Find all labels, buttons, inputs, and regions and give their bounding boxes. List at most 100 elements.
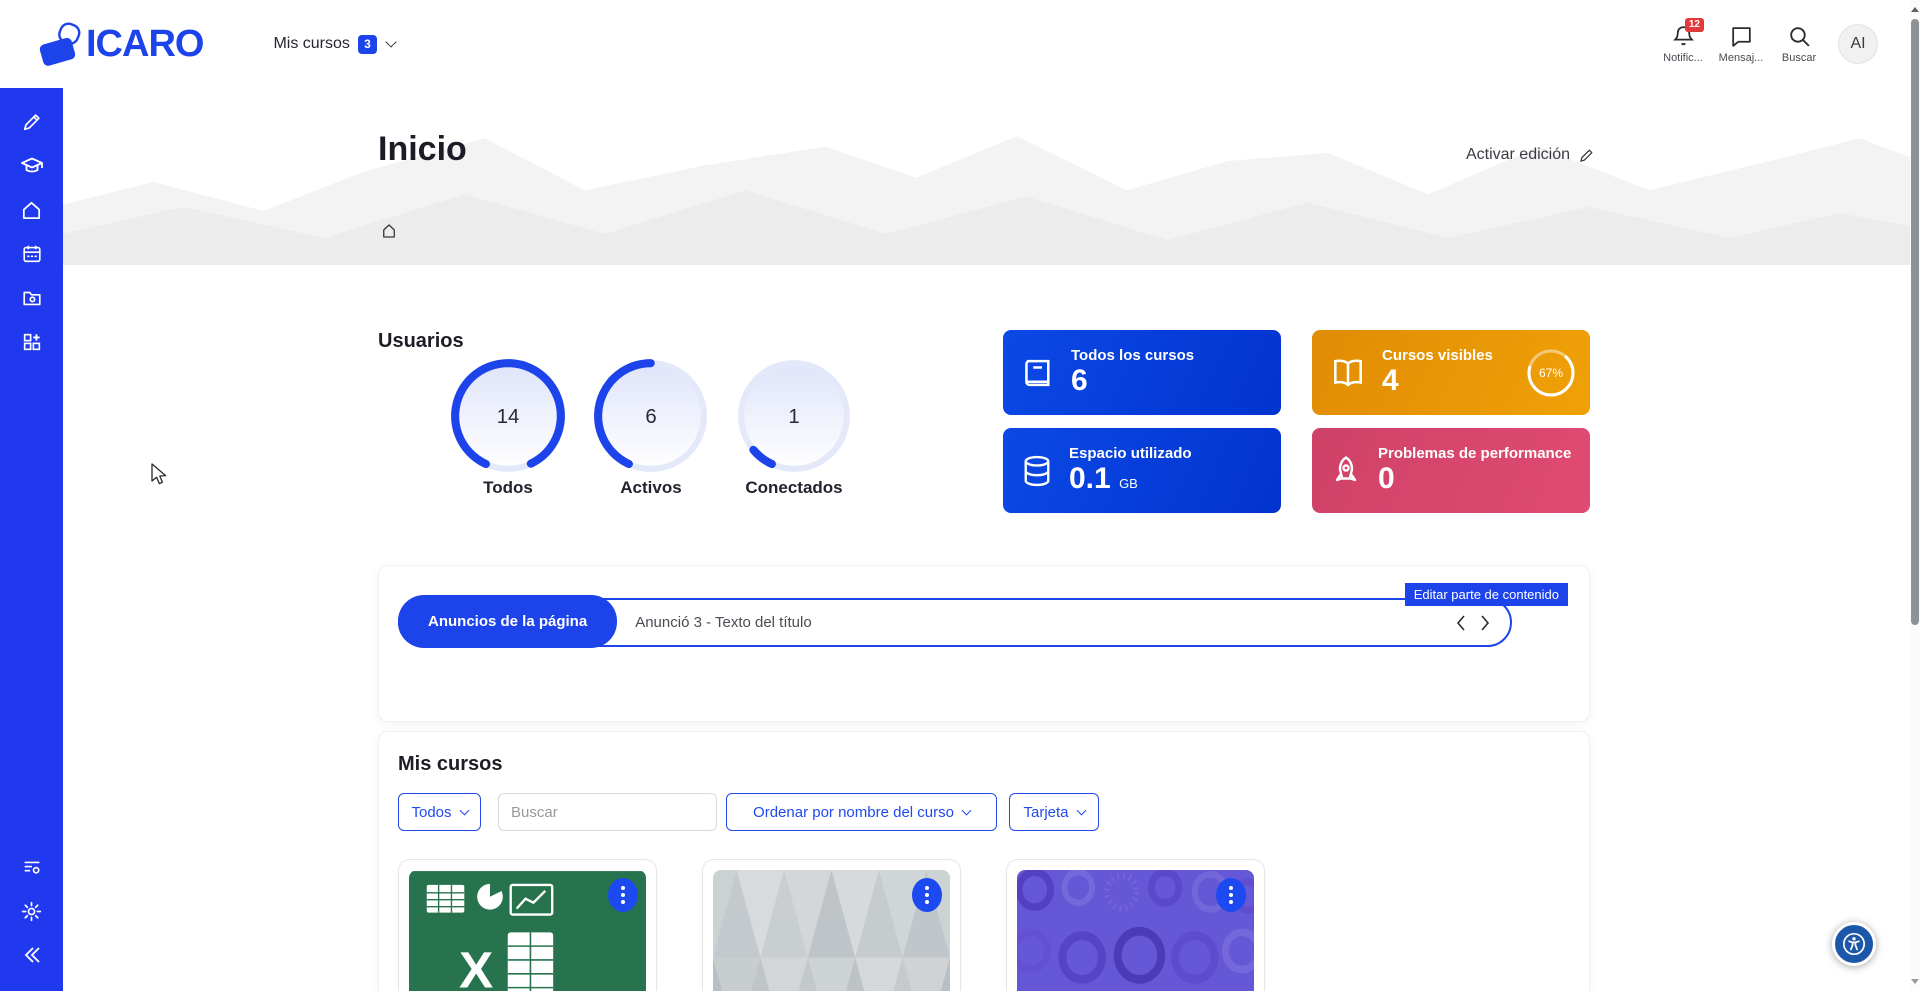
scrollbar-down-arrow[interactable] (1911, 979, 1919, 984)
stat-title: Cursos visibles (1382, 348, 1493, 365)
sidebar-item-courses[interactable] (0, 144, 63, 188)
sidebar-item-home[interactable] (0, 188, 63, 232)
logo-leaf-icon (38, 19, 84, 69)
rocket-icon (1328, 452, 1364, 490)
course-filter-dropdown[interactable]: Todos (398, 793, 481, 831)
gauge-conectados: 1 Conectados (733, 355, 855, 498)
gauge-activos-label: Activos (620, 478, 681, 498)
search-icon (1787, 24, 1812, 49)
page-title: Inicio (378, 130, 467, 169)
my-courses-panel: Mis cursos Todos Ordenar por nombre del … (378, 731, 1590, 991)
course-sort-dropdown[interactable]: Ordenar por nombre del curso (726, 793, 997, 831)
my-courses-heading: Mis cursos (398, 753, 1570, 776)
gauge-activos-value: 6 (645, 406, 656, 428)
search-button[interactable]: Buscar (1770, 24, 1828, 64)
course-image-circles (1017, 870, 1254, 991)
accessibility-icon (1841, 931, 1867, 957)
gauge-todos-label: Todos (483, 478, 533, 498)
course-image-triangles (713, 870, 950, 991)
user-avatar[interactable]: AI (1838, 24, 1878, 64)
notifications-button[interactable]: 12 Notific... (1654, 24, 1712, 64)
stat-card-cursos-visibles[interactable]: Cursos visibles 4 67% (1312, 330, 1590, 415)
sidebar-item-management[interactable] (0, 845, 63, 889)
stat-card-problemas-performance[interactable]: Problemas de performance 0 (1312, 428, 1590, 513)
book-icon (1019, 354, 1057, 392)
announcements-bar: Anuncios de la página Anunció 3 - Texto … (398, 598, 1512, 647)
chat-bubble-icon (1729, 24, 1754, 49)
course-cards: X (398, 859, 1570, 991)
double-chevron-left-icon (20, 943, 44, 967)
usuarios-section: Usuarios 14 Todos (378, 265, 1590, 513)
database-icon (1019, 452, 1055, 490)
nav-mis-cursos[interactable]: Mis cursos 3 (273, 35, 394, 54)
chevron-down-icon (962, 806, 972, 816)
stats-grid: Todos los cursos 6 Cursos visibles 4 (1003, 330, 1590, 513)
stat-value: 6 (1071, 364, 1194, 397)
scrollbar-up-arrow[interactable] (1911, 7, 1919, 12)
scrollbar (1910, 0, 1920, 991)
edit-content-part-overlay[interactable]: Editar parte de contenido (1405, 583, 1568, 606)
notifications-count-badge: 12 (1685, 18, 1704, 32)
course-filter-label: Todos (411, 804, 451, 821)
sidebar-item-calendar[interactable] (0, 232, 63, 276)
home-icon (380, 222, 398, 240)
edit-mode-toggle[interactable]: Activar edición (1466, 146, 1595, 164)
pencil-icon (1578, 147, 1595, 164)
sidebar-item-edit[interactable] (0, 100, 63, 144)
usuarios-heading: Usuarios (378, 330, 855, 353)
announcements-tab[interactable]: Anuncios de la página (398, 595, 617, 648)
list-settings-icon (21, 856, 43, 878)
course-card-3[interactable] (1006, 859, 1265, 991)
course-sort-label: Ordenar por nombre del curso (753, 804, 954, 821)
course-card-1[interactable]: X (398, 859, 657, 991)
calendar-icon (21, 243, 43, 265)
next-announcement-button[interactable] (1478, 613, 1492, 633)
course-view-dropdown[interactable]: Tarjeta (1009, 793, 1099, 831)
stat-value: 0.1 GB (1069, 462, 1192, 495)
sidebar-collapse-button[interactable] (0, 933, 63, 977)
nav-courses-count-badge: 3 (358, 35, 377, 54)
main-content: Usuarios 14 Todos (63, 265, 1920, 991)
sidebar-item-settings[interactable] (0, 889, 63, 933)
course-card-2[interactable] (702, 859, 961, 991)
previous-announcement-button[interactable] (1454, 613, 1468, 633)
chevron-down-icon (459, 806, 469, 816)
gauge-activos: 6 Activos (590, 355, 712, 498)
visible-courses-ring: 67% (1524, 346, 1578, 400)
stat-card-todos-los-cursos[interactable]: Todos los cursos 6 (1003, 330, 1281, 415)
ring-label: 67% (1539, 366, 1563, 380)
sidebar-item-private-files[interactable] (0, 276, 63, 320)
gear-icon (20, 900, 43, 923)
logo[interactable]: ICARO (38, 19, 203, 69)
top-bar: ICARO Mis cursos 3 12 Notific... Mensaj.… (0, 0, 1920, 88)
stat-title: Problemas de performance (1378, 446, 1571, 463)
course-menu-kebab[interactable] (608, 878, 638, 912)
sidebar-item-blocks[interactable] (0, 320, 63, 364)
logo-text: ICARO (86, 23, 203, 66)
pencil-icon (21, 111, 43, 133)
course-filters: Todos Ordenar por nombre del curso Tarje… (398, 793, 1570, 831)
chevron-down-icon (385, 36, 396, 47)
notifications-label: Notific... (1663, 52, 1703, 64)
search-label: Buscar (1782, 52, 1816, 64)
sidebar-nav (0, 88, 63, 991)
messages-label: Mensaj... (1719, 52, 1764, 64)
stat-card-espacio-utilizado[interactable]: Espacio utilizado 0.1 GB (1003, 428, 1281, 513)
course-menu-kebab[interactable] (1216, 878, 1246, 912)
home-icon (20, 199, 43, 222)
stat-unit: GB (1119, 476, 1138, 491)
accessibility-button[interactable] (1832, 922, 1876, 966)
scrollbar-thumb[interactable] (1911, 19, 1919, 625)
course-image-excel: X (409, 870, 646, 991)
gauge-todos: 14 Todos (447, 355, 569, 498)
course-search-input[interactable] (498, 793, 717, 831)
course-view-label: Tarjeta (1023, 804, 1068, 821)
svg-text:X: X (459, 942, 493, 991)
messages-button[interactable]: Mensaj... (1712, 24, 1770, 64)
breadcrumb-home[interactable] (380, 222, 398, 245)
folder-gear-icon (21, 287, 43, 309)
nav-mis-cursos-label: Mis cursos (273, 35, 349, 53)
open-book-icon (1328, 354, 1368, 392)
user-gauges: 14 Todos 6 Activos (447, 355, 855, 498)
course-menu-kebab[interactable] (912, 878, 942, 912)
